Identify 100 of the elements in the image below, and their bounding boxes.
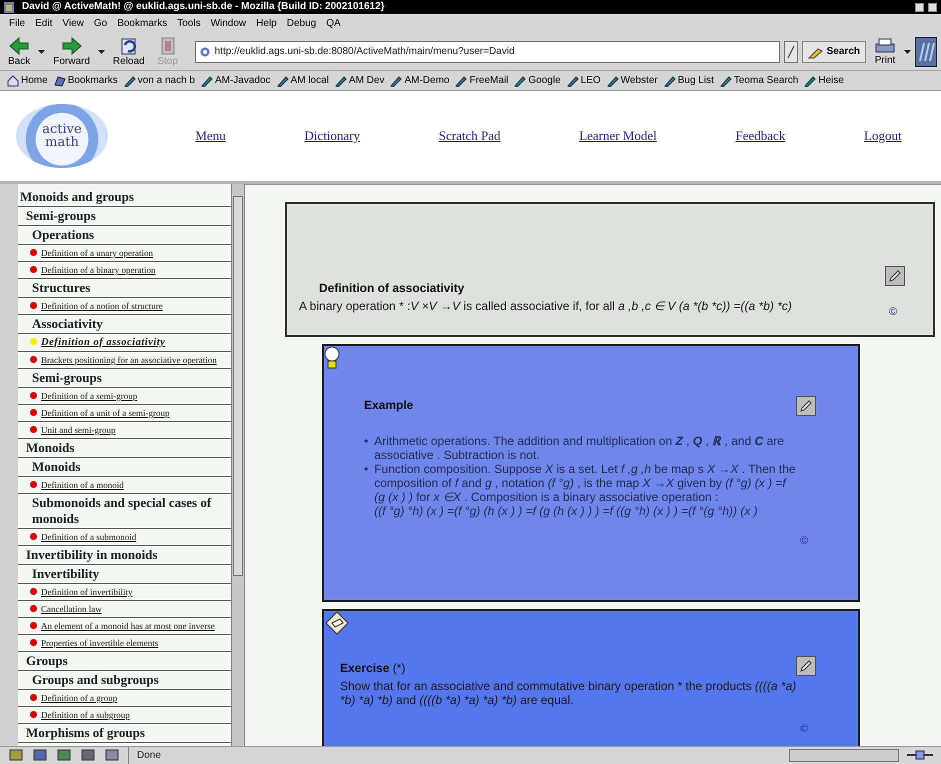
menu-item[interactable]: Go bbox=[88, 14, 112, 33]
bookmark-link[interactable]: AM-Demo bbox=[387, 73, 452, 88]
menu-item[interactable]: Bookmarks bbox=[112, 14, 172, 33]
bookmarks-icon bbox=[54, 74, 66, 87]
tree-link[interactable]: An element of a monoid has at most one inverse bbox=[41, 620, 215, 631]
bookmark-link[interactable]: von a nach b bbox=[120, 73, 198, 88]
logo[interactable]: active math bbox=[16, 104, 108, 168]
bookmark-link[interactable]: Teoma Search bbox=[716, 73, 802, 88]
nav-link[interactable]: Dictionary bbox=[304, 126, 360, 146]
tree-link[interactable]: Definition of a monoid bbox=[41, 480, 124, 490]
pencil-button[interactable] bbox=[796, 656, 816, 676]
tree-link[interactable]: Definition of invertibility bbox=[41, 586, 132, 597]
bookmark-link[interactable]: AM Dev bbox=[332, 73, 388, 88]
tree-link[interactable]: Definition of a group bbox=[41, 692, 118, 703]
app-icon bbox=[4, 2, 14, 12]
card-title: Example bbox=[364, 396, 414, 414]
menu-item[interactable]: View bbox=[57, 14, 89, 33]
minimize-icon[interactable] bbox=[915, 2, 924, 12]
tree-link[interactable]: Brackets positioning for an associative operation bbox=[41, 354, 217, 365]
bullet-text: Arithmetic operations. The addition and multiplication on Z , Q , ℝ , and C are associative . Subtraction is not. bbox=[374, 434, 785, 462]
tree-heading[interactable]: Monoids and groups bbox=[18, 188, 231, 207]
menu-item[interactable]: Debug bbox=[282, 14, 322, 33]
tree-link[interactable]: Definition of a submonoid bbox=[41, 532, 136, 542]
tree-link[interactable]: Definition of a semi-group bbox=[41, 390, 138, 401]
tree-link[interactable]: Definition of a unary operation bbox=[41, 248, 153, 258]
caret-icon[interactable] bbox=[38, 50, 46, 54]
menu-item[interactable]: Tools bbox=[172, 14, 206, 33]
tree-link[interactable]: Cancellation law bbox=[41, 604, 102, 614]
bookmark-link[interactable]: LEO bbox=[564, 73, 604, 88]
menu-item[interactable]: Window bbox=[206, 14, 252, 33]
copyright-mark: © bbox=[889, 304, 898, 320]
copyright-mark: © bbox=[800, 722, 808, 737]
nav-link[interactable]: Menu bbox=[195, 126, 226, 146]
house-icon bbox=[7, 74, 19, 87]
tree-heading[interactable]: Groups and subgroups bbox=[18, 670, 231, 690]
nav-link[interactable]: Logout bbox=[864, 126, 902, 146]
tree-heading[interactable]: Operations bbox=[18, 226, 231, 245]
page-icon bbox=[200, 46, 210, 57]
tree-heading[interactable]: Monoids bbox=[18, 458, 231, 477]
tree-heading[interactable]: Invertibility in monoids bbox=[18, 546, 231, 565]
bookmark-link[interactable]: Home bbox=[4, 73, 51, 88]
menu-item[interactable]: Edit bbox=[30, 14, 58, 33]
caret-icon[interactable] bbox=[98, 50, 105, 54]
bookmark-link[interactable]: FreeMail bbox=[452, 73, 512, 88]
lightbulb-icon bbox=[324, 346, 340, 370]
card-text: A binary operation * :V ×V →V is called associative if, for all a ,b ,c ∈ V (a *(b *c)) =((a *b) *c) bbox=[299, 298, 793, 313]
menu-item[interactable]: QA bbox=[321, 14, 346, 33]
card-title: Definition of associativity bbox=[318, 280, 466, 297]
tree-heading[interactable]: Structures bbox=[18, 278, 231, 298]
tree-link[interactable]: Properties of invertible elements bbox=[41, 638, 158, 648]
bookmark-link[interactable]: Bookmarks bbox=[50, 73, 121, 88]
bullet-mark: • bbox=[364, 462, 368, 478]
search-button[interactable]: Search bbox=[802, 40, 866, 63]
hand-writing-icon bbox=[324, 610, 350, 635]
tree-link[interactable]: Unit and semi-group bbox=[41, 424, 116, 435]
tree-link[interactable]: Definition of a binary operation bbox=[41, 264, 156, 275]
tree-link[interactable]: Definition of associativity bbox=[41, 336, 166, 348]
toolbar-button[interactable]: Reload bbox=[108, 36, 149, 68]
bookmark-link[interactable]: Google bbox=[511, 73, 564, 88]
menu-item[interactable]: File bbox=[4, 14, 30, 33]
logo-text: active bbox=[42, 122, 82, 136]
caret-icon[interactable] bbox=[904, 50, 911, 54]
copyright-mark: © bbox=[800, 534, 808, 549]
pencil-button[interactable] bbox=[796, 396, 816, 416]
scrollbar[interactable] bbox=[231, 184, 244, 746]
bullet-text: Function composition. Suppose X is a set. Let f ,g ,h be map s X →X . Then the composition of f and g , notation (f °g) , is the map X →X given by (f °g) (x ) =f (g (x ) ) for x ∈X . Composition is a binary associative operation : ((f °g) °h) (x ) =(f °g) (h (x ) ) =f (g (h (x ) ) ) =f ((g °h) (x ) ) =(f °(g °h)) (x ) bbox=[374, 462, 797, 518]
printer-icon bbox=[874, 37, 896, 56]
tree-heading[interactable]: Associativity bbox=[18, 314, 231, 334]
tree-link[interactable]: Definition of a unit of a semi-group bbox=[41, 408, 170, 418]
tree-heading[interactable]: Semi-groups bbox=[18, 206, 231, 226]
window-title: David @ ActiveMath! @ euklid.ags.uni-sb.de - Mozilla {Build ID: 2002101612} bbox=[22, 0, 385, 14]
nav-link[interactable]: Learner Model bbox=[579, 126, 657, 146]
bookmark-link[interactable]: Heise bbox=[801, 73, 847, 88]
menu-item[interactable]: Help bbox=[251, 14, 282, 33]
back-arrow-icon bbox=[8, 36, 30, 56]
bookmark-link[interactable]: Webster bbox=[604, 73, 661, 88]
tree-heading[interactable]: Groups bbox=[18, 652, 231, 671]
toolbar-button[interactable]: Forward bbox=[49, 36, 94, 68]
pencil-button[interactable] bbox=[885, 266, 905, 286]
nav-link[interactable]: Feedback bbox=[736, 126, 786, 146]
logo-text: math bbox=[45, 136, 79, 149]
forward-arrow-icon bbox=[60, 36, 83, 56]
maximize-icon[interactable] bbox=[928, 2, 937, 12]
throbber-icon[interactable] bbox=[915, 36, 937, 67]
tree-heading[interactable]: Monoids bbox=[18, 438, 231, 458]
toolbar-button[interactable]: Back bbox=[4, 36, 34, 68]
tree-link[interactable]: Definition of a subgroup bbox=[41, 710, 130, 720]
tree-heading[interactable]: Semi-groups bbox=[18, 368, 231, 388]
bookmark-link[interactable]: Bug List bbox=[660, 73, 717, 88]
tree-link[interactable]: Definition of a notion of structure bbox=[41, 300, 163, 311]
tree-heading[interactable]: Morphisms of groups bbox=[18, 724, 231, 743]
print-button[interactable]: Print bbox=[870, 37, 900, 66]
bookmark-link[interactable]: AM-Javadoc bbox=[198, 73, 274, 88]
card-title: Exercise (*) bbox=[340, 660, 406, 677]
slash-icon[interactable] bbox=[784, 40, 798, 63]
bookmark-link[interactable]: AM local bbox=[274, 73, 332, 88]
connection-icon[interactable] bbox=[907, 749, 933, 762]
url-field[interactable]: http://euklid.ags.uni-sb.de:8080/ActiveMath/main/menu?user=David bbox=[194, 40, 780, 63]
nav-link[interactable]: Scratch Pad bbox=[438, 126, 500, 146]
tree-heading[interactable]: Invertibility bbox=[18, 564, 231, 584]
